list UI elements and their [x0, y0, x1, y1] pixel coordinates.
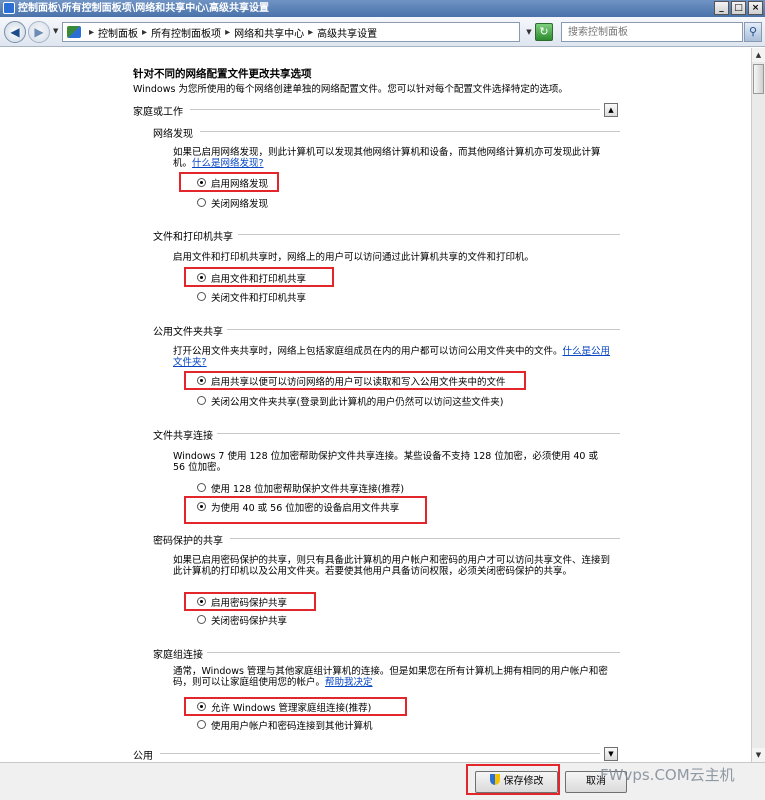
- maximize-button[interactable]: □: [731, 1, 746, 15]
- refresh-icon[interactable]: ↻: [535, 23, 553, 41]
- window-titlebar: 控制面板\所有控制面板项\网络和共享中心\高级共享设置 _ □ ×: [0, 0, 765, 17]
- collapse-up-icon[interactable]: ▲: [604, 103, 618, 117]
- label-password-on: 启用密码保护共享: [211, 598, 288, 609]
- scroll-up-icon[interactable]: ▲: [752, 48, 765, 62]
- divider: [190, 109, 600, 110]
- label-discovery-on: 启用网络发现: [211, 179, 269, 190]
- radio-encryption-128[interactable]: [197, 483, 206, 492]
- section-title-connection: 文件共享连接: [153, 431, 213, 442]
- address-dropdown-icon[interactable]: ▼: [523, 22, 535, 42]
- section-title-homegroup: 家庭组连接: [153, 650, 203, 661]
- radio-discovery-on[interactable]: [197, 178, 206, 187]
- label-homegroup-user: 使用用户帐户和密码连接到其他计算机: [211, 721, 373, 732]
- section-title-fileprint: 文件和打印机共享: [153, 232, 233, 243]
- radio-password-off[interactable]: [197, 615, 206, 624]
- label-encryption-40-56: 为使用 40 或 56 位加密的设备启用文件共享: [211, 503, 400, 514]
- scroll-down-icon[interactable]: ▼: [752, 748, 765, 762]
- link-what-is-discovery[interactable]: 什么是网络发现?: [192, 158, 264, 169]
- breadcrumb-item-control-panel[interactable]: 控制面板: [98, 25, 138, 40]
- label-publicfolder-off: 关闭公用文件夹共享(登录到此计算机的用户仍然可以访问这些文件夹): [211, 397, 504, 408]
- label-password-off: 关闭密码保护共享: [211, 616, 288, 627]
- forward-arrow-icon[interactable]: ▶: [28, 21, 50, 43]
- section-desc-publicfolder: 打开公用文件夹共享时，网络上包括家庭组成员在内的用户都可以访问公用文件夹中的文件…: [173, 346, 611, 368]
- history-dropdown-icon[interactable]: ▼: [53, 27, 58, 35]
- radio-publicfolder-off[interactable]: [197, 396, 206, 405]
- search-icon[interactable]: ⚲: [744, 22, 762, 42]
- section-desc-discovery: 如果已启用网络发现，则此计算机可以发现其他网络计算机和设备，而其他网络计算机亦可…: [173, 147, 601, 169]
- vertical-scrollbar[interactable]: ▲ ▼: [751, 48, 765, 762]
- expand-down-icon[interactable]: ▼: [604, 747, 618, 761]
- radio-discovery-off[interactable]: [197, 198, 206, 207]
- radio-encryption-40-56[interactable]: [197, 502, 206, 511]
- radio-homegroup-user[interactable]: [197, 720, 206, 729]
- section-title-discovery: 网络发现: [153, 129, 193, 140]
- close-button[interactable]: ×: [748, 1, 763, 15]
- section-desc-connection: Windows 7 使用 128 位加密帮助保护文件共享连接。某些设备不支持 1…: [173, 451, 598, 473]
- address-bar: ◀ ▶ ▼ ▸ 控制面板 ▸ 所有控制面板项 ▸ 网络和共享中心 ▸ 高级共享设…: [0, 17, 765, 47]
- section-desc-password: 如果已启用密码保护的共享，则只有具备此计算机的用户帐户和密码的用户才可以访问共享…: [173, 555, 611, 577]
- radio-publicfolder-on[interactable]: [197, 376, 206, 385]
- radio-fileprint-off[interactable]: [197, 292, 206, 301]
- section-title-password: 密码保护的共享: [153, 536, 223, 547]
- highlight-box: [466, 764, 560, 795]
- label-homegroup-windows: 允许 Windows 管理家庭组连接(推荐): [211, 703, 372, 714]
- back-arrow-icon[interactable]: ◀: [4, 21, 26, 43]
- breadcrumb-item-advanced-sharing[interactable]: 高级共享设置: [317, 25, 377, 40]
- minimize-button[interactable]: _: [714, 1, 729, 15]
- network-icon: [67, 26, 81, 38]
- label-discovery-off: 关闭网络发现: [211, 199, 269, 210]
- watermark: FWvps.COM云主机: [600, 766, 735, 784]
- breadcrumb-item-network-center[interactable]: 网络和共享中心: [234, 25, 304, 40]
- radio-fileprint-on[interactable]: [197, 273, 206, 282]
- radio-homegroup-windows[interactable]: [197, 702, 206, 711]
- control-panel-icon: [3, 2, 15, 14]
- breadcrumb-item-all-items[interactable]: 所有控制面板项: [151, 25, 221, 40]
- breadcrumb[interactable]: ▸ 控制面板 ▸ 所有控制面板项 ▸ 网络和共享中心 ▸ 高级共享设置: [62, 22, 520, 42]
- section-title-publicfolder: 公用文件夹共享: [153, 327, 223, 338]
- settings-content: 针对不同的网络配置文件更改共享选项 Windows 为您所使用的每个网络创建单独…: [0, 48, 751, 762]
- section-desc-homegroup: 通常，Windows 管理与其他家庭组计算机的连接。但是如果您在所有计算机上拥有…: [173, 666, 608, 688]
- link-help-me-decide[interactable]: 帮助我决定: [325, 677, 373, 688]
- section-desc-fileprint: 启用文件和打印机共享时，网络上的用户可以访问通过此计算机共享的文件和打印机。: [173, 252, 535, 263]
- label-encryption-128: 使用 128 位加密帮助保护文件共享连接(推荐): [211, 484, 405, 495]
- profile-public-label: 公用: [133, 751, 153, 762]
- label-fileprint-off: 关闭文件和打印机共享: [211, 293, 307, 304]
- page-title: 针对不同的网络配置文件更改共享选项: [133, 68, 312, 80]
- search-input[interactable]: [561, 22, 743, 42]
- label-publicfolder-on: 启用共享以便可以访问网络的用户可以读取和写入公用文件夹中的文件: [211, 377, 506, 388]
- radio-password-on[interactable]: [197, 597, 206, 606]
- profile-home-label: 家庭或工作: [133, 107, 183, 118]
- window-title: 控制面板\所有控制面板项\网络和共享中心\高级共享设置: [18, 3, 269, 14]
- label-fileprint-on: 启用文件和打印机共享: [211, 274, 307, 285]
- page-description: Windows 为您所使用的每个网络创建单独的网络配置文件。您可以针对每个配置文…: [133, 84, 568, 95]
- scroll-thumb[interactable]: [753, 64, 764, 94]
